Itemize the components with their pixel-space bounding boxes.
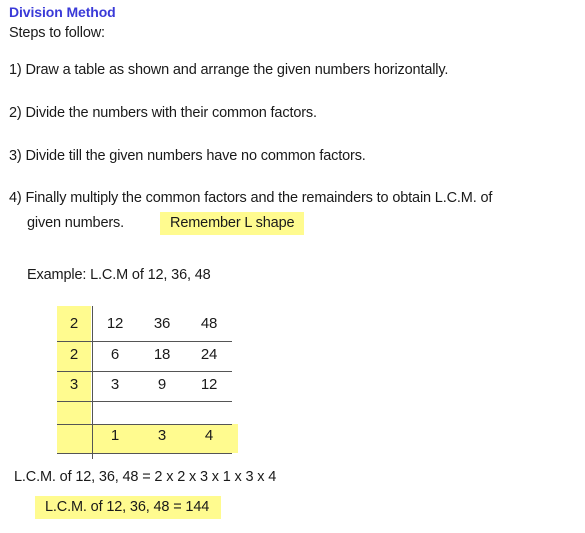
table-vertical-rule [92,306,93,459]
table-cell-r2c1: 6 [110,346,120,363]
table-cell-r1c2: 36 [153,315,171,332]
divisor-cell-3: 3 [69,376,79,393]
lcm-result: L.C.M. of 12, 36, 48 = 144 [35,496,222,519]
table-cell-r3c2: 9 [157,376,167,393]
table-cell-r1c3: 48 [200,315,218,332]
table-cell-r3c1: 3 [110,376,120,393]
divisor-cell-1: 2 [69,315,79,332]
table-rule-3 [57,401,232,402]
divisor-cell-2: 2 [69,346,79,363]
table-cell-r3c3: 12 [200,376,218,393]
table-rule-1 [57,341,232,342]
table-cell-r4c2: 3 [157,427,167,444]
table-cell-r1c1: 12 [106,315,124,332]
division-table: 2 2 3 12 36 48 6 18 24 3 9 12 1 3 4 [0,0,585,533]
table-rule-5 [57,453,232,454]
table-cell-r4c3: 4 [204,427,214,444]
table-cell-r2c3: 24 [200,346,218,363]
table-rule-2 [57,371,232,372]
table-rule-4 [57,424,232,425]
table-cell-r4c1: 1 [110,427,120,444]
lcm-expression: L.C.M. of 12, 36, 48 = 2 x 2 x 3 x 1 x 3… [14,469,277,485]
table-cell-r2c2: 18 [153,346,171,363]
